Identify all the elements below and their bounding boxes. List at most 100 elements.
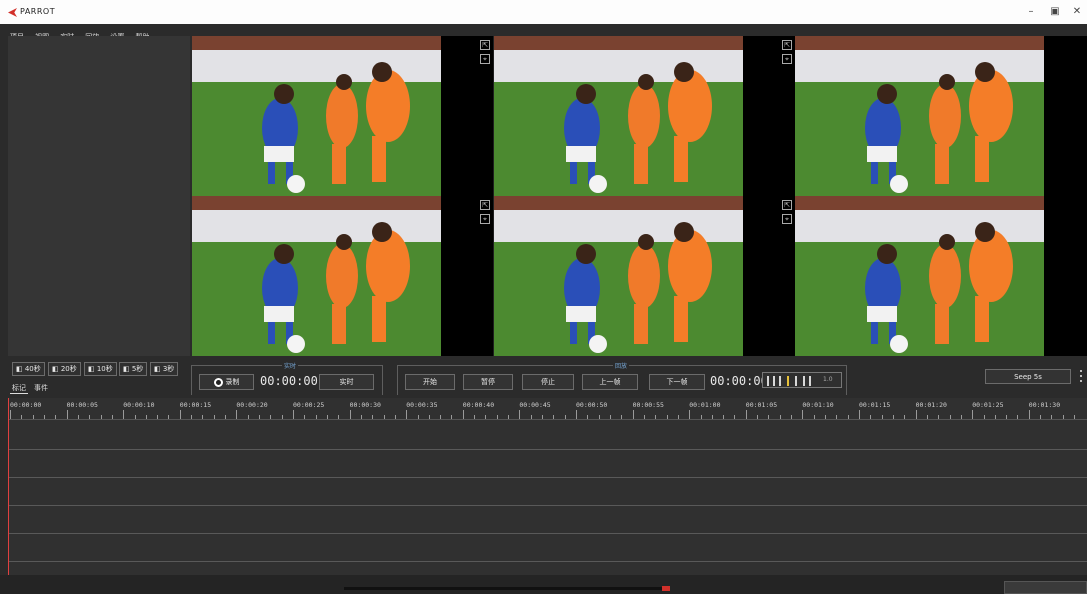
timeline-label: 00:01:10 [802,401,834,409]
mark-5s-button[interactable]: ◧ 5秒 [119,362,148,376]
timeline-label: 00:00:00 [10,401,42,409]
timeline-tick [881,415,883,419]
tab-events[interactable]: 事件 [32,383,50,393]
timeline-label: 00:00:50 [576,401,608,409]
timeline-tick [700,415,702,419]
timeline-tick [451,415,453,419]
timeline-tick [32,415,34,419]
video-cell-4[interactable]: ⇱ ⌖ [192,196,493,356]
timeline-label: 00:00:35 [406,401,438,409]
popout-icon[interactable]: ⇱ [480,200,490,210]
timeline-tick [802,410,804,419]
timeline-tick [236,410,238,419]
status-box [1004,581,1087,594]
timeline-tick [1028,410,1030,419]
prev-frame-button[interactable]: 上一帧 [582,374,638,390]
tab-markers[interactable]: 标记 [10,383,28,394]
timeline-label: 00:01:00 [689,401,721,409]
timeline-label: 00:01:25 [972,401,1004,409]
speed-slider[interactable]: 1.0 [762,372,842,388]
timeline-tick [666,415,668,419]
soccer-players-image [795,196,1044,356]
timeline-tick [1017,415,1019,419]
timeline-tick [349,410,351,419]
timeline-tick [281,415,283,419]
more-options-icon[interactable] [1080,370,1083,385]
record-icon [213,377,223,387]
timeline-tick [904,415,906,419]
soccer-players-image [494,36,743,196]
video-frame [494,36,743,196]
track-divider [8,561,1087,562]
timeline-tick [1074,415,1076,419]
timeline-tick [111,415,113,419]
fit-frame-icon[interactable]: ⌖ [782,214,792,224]
timeline-tick [168,415,170,419]
fit-frame-icon[interactable]: ⌖ [480,214,490,224]
popout-icon[interactable]: ⇱ [480,40,490,50]
scrollbar-thumb[interactable] [662,586,670,591]
timeline-tick [428,415,430,419]
timeline-tick [689,410,691,419]
mark-20s-button[interactable]: ◧ 20秒 [48,362,81,376]
popout-icon[interactable]: ⇱ [782,200,792,210]
timeline-tick [892,415,894,419]
timeline-tick [768,415,770,419]
timeline-tick [576,410,577,419]
timeline-tick [326,415,328,419]
timeline-tick [247,415,249,419]
video-cell-6[interactable] [795,196,1087,356]
control-bar: ◧ 40秒 ◧ 20秒 ◧ 10秒 ◧ 5秒 ◧ 3秒 标记 事件 实时 录制 … [0,356,1087,398]
timeline-tick [43,415,45,419]
video-cell-1[interactable]: ⇱ ⌖ [192,36,493,196]
app-window: PARROT – ▣ ✕ 项目 视图 实时 回放 设置 帮助 ⇱⌖⇱⌖⇱⌖⇱⌖ … [0,0,1087,594]
record-button[interactable]: 录制 [199,374,254,390]
timeline-scrollbar[interactable] [344,586,670,591]
timeline-tick [859,410,860,419]
speed-tick [795,376,797,386]
timeline-tick [564,415,566,419]
fit-frame-icon[interactable]: ⌖ [480,54,490,64]
timeline-tick [89,415,91,419]
close-button[interactable]: ✕ [1070,6,1084,17]
stop-button[interactable]: 停止 [522,374,574,390]
maximize-button[interactable]: ▣ [1048,6,1062,17]
timeline-tick [508,415,510,419]
bookmark-icon: ◧ [154,365,163,373]
timeline-tick [791,415,793,419]
timeline-label: 00:00:40 [462,401,495,409]
timeline-tick [587,415,589,419]
track-divider [8,505,1087,506]
pause-button[interactable]: 暂停 [463,374,513,390]
timeline-playhead[interactable] [8,398,9,575]
title-bar: PARROT – ▣ ✕ [0,0,1087,24]
next-frame-button[interactable]: 下一帧 [649,374,705,390]
status-bar [0,575,1087,594]
minimize-button[interactable]: – [1024,6,1038,17]
popout-icon[interactable]: ⇱ [782,40,792,50]
app-title: PARROT [20,7,56,16]
cell-side-buttons: ⇱ ⌖ [480,40,492,68]
timeline-tick [609,415,611,419]
video-cell-5[interactable]: ⇱ ⌖ [494,196,795,356]
video-frame [192,36,441,196]
mark-10s-button[interactable]: ◧ 10秒 [84,362,117,376]
live-button[interactable]: 实时 [319,374,374,390]
video-cell-3[interactable] [795,36,1087,196]
timeline-label: 00:01:15 [859,401,891,409]
mark-3s-button[interactable]: ◧ 3秒 [150,362,179,376]
timeline-tick [530,415,532,419]
timeline-ruler[interactable]: 00:00:00 00:00:05 00:00:10 00:00:15 00:00:20… [8,398,1087,420]
video-cell-2[interactable]: ⇱ ⌖ [494,36,795,196]
video-frame [494,196,743,356]
timeline-tick [304,415,306,419]
timeline-tick [983,415,985,419]
fit-frame-icon[interactable]: ⌖ [782,54,792,64]
timeline-tick [383,415,385,419]
skip-button[interactable]: Seep 5s [985,369,1071,384]
timeline-tick [270,415,272,419]
timeline-tracks[interactable] [8,420,1087,575]
mark-40s-button[interactable]: ◧ 40秒 [12,362,45,376]
start-button[interactable]: 开始 [405,374,455,390]
timeline-tick [10,410,11,419]
